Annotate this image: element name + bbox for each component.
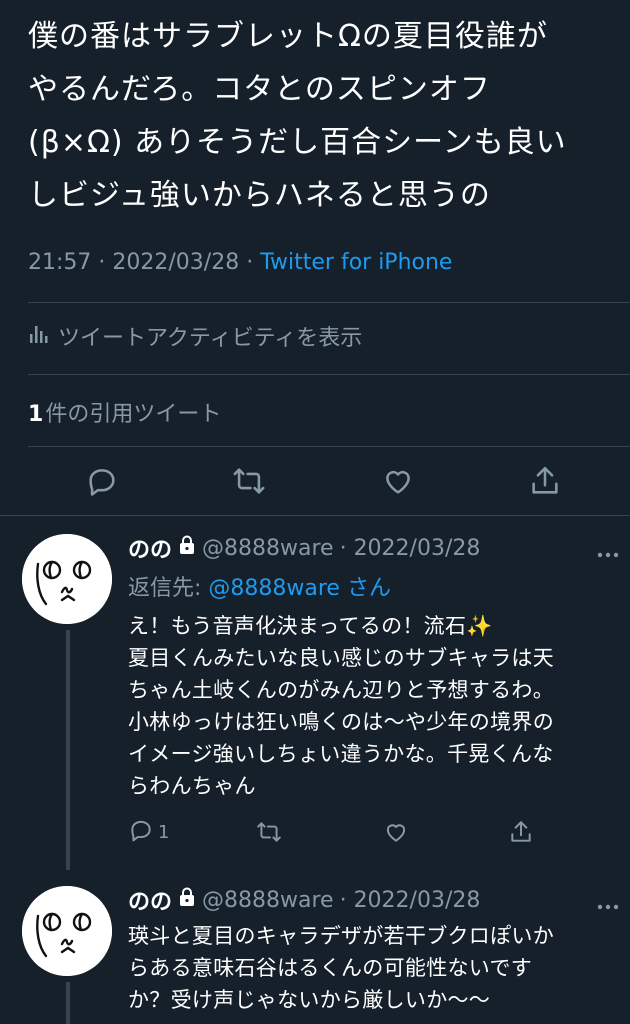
- tweet-action-bar: [0, 460, 630, 506]
- reply-text: 瑛斗と夏目のキャラデザが若干ブクロぽいか らある意味石谷はるくんの可能性ないです…: [128, 924, 554, 1012]
- more-dots-icon[interactable]: [596, 544, 620, 558]
- divider: [28, 374, 630, 375]
- meta-separator: ·: [98, 250, 106, 275]
- user-handle[interactable]: @8888ware: [202, 888, 334, 913]
- reply-to-handle-link[interactable]: @8888ware: [208, 576, 340, 601]
- tweet-time: 21:57: [28, 250, 92, 275]
- heart-icon[interactable]: [381, 464, 415, 498]
- lock-icon: [178, 535, 196, 561]
- reply-to-suffix: さん: [346, 576, 391, 601]
- reply-date: · 2022/03/28: [339, 535, 481, 561]
- quote-count: 1: [28, 402, 44, 427]
- share-icon[interactable]: [528, 464, 562, 498]
- tweet-activity-link[interactable]: ツイートアクティビティを表示: [28, 320, 362, 352]
- thread-line: [66, 982, 70, 1024]
- divider: [28, 302, 630, 303]
- sparkles-emoji: ✨: [466, 614, 493, 638]
- reply-tweet[interactable]: のの @8888ware · 2022/03/28 返信先: @8888ware…: [0, 516, 630, 870]
- tweet-meta: 21:57 · 2022/03/28 · Twitter for iPhone: [28, 250, 452, 275]
- meta-separator: ·: [246, 250, 254, 275]
- reply-icon[interactable]: [85, 464, 119, 498]
- divider: [28, 446, 630, 447]
- reply-text: え！もう音声化決まってるの！流石✨ 夏目くんみたいな良い感じのサブキャラは天 ち…: [128, 610, 618, 802]
- quote-tweets-link[interactable]: 1 件の引用ツイート: [28, 396, 221, 428]
- display-name[interactable]: のの: [128, 532, 172, 564]
- reply-header: のの @8888ware · 2022/03/28: [128, 532, 480, 564]
- tweet-activity-label: ツイートアクティビティを表示: [58, 326, 363, 351]
- reply-to-line: 返信先: @8888ware さん: [128, 570, 391, 602]
- reply-tweet[interactable]: のの @8888ware · 2022/03/28 瑛斗と夏目のキャラデザが若干…: [0, 866, 630, 1024]
- retweet-icon[interactable]: [232, 464, 266, 498]
- quote-label: 件の引用ツイート: [45, 402, 222, 427]
- bar-chart-icon: [28, 322, 50, 350]
- tweet-detail-page: 僕の番はサラブレットΩの夏目役誰が やるんだろ。コタとのスピンオフ (β×Ω) …: [0, 0, 630, 1024]
- display-name[interactable]: のの: [128, 884, 172, 916]
- share-icon[interactable]: [508, 818, 534, 846]
- reply-text-part: 夏目くんみたいな良い感じのサブキャラは天 ちゃん土岐くんのがみん辺りと予想するわ…: [128, 646, 554, 798]
- tweet-text: 僕の番はサラブレットΩの夏目役誰が やるんだろ。コタとのスピンオフ (β×Ω) …: [28, 19, 567, 213]
- lock-icon: [178, 887, 196, 913]
- heart-icon[interactable]: [383, 818, 409, 846]
- user-handle[interactable]: @8888ware: [202, 536, 334, 561]
- tweet-date: 2022/03/28: [112, 250, 240, 275]
- more-dots-icon[interactable]: [596, 896, 620, 910]
- tweet-source-link[interactable]: Twitter for iPhone: [260, 250, 452, 275]
- avatar[interactable]: [22, 886, 112, 976]
- thread-line: [66, 630, 70, 870]
- reply-action-bar: 1: [128, 818, 608, 850]
- reply-date: · 2022/03/28: [339, 887, 481, 913]
- avatar[interactable]: [22, 534, 112, 624]
- reply-button[interactable]: 1: [128, 818, 169, 846]
- reply-icon: [128, 817, 154, 848]
- reply-count: 1: [158, 821, 170, 843]
- retweet-icon[interactable]: [256, 818, 282, 846]
- reply-text-part: え！もう音声化決まってるの！流石: [128, 614, 467, 638]
- reply-header: のの @8888ware · 2022/03/28: [128, 884, 480, 916]
- reply-to-label: 返信先:: [128, 576, 209, 601]
